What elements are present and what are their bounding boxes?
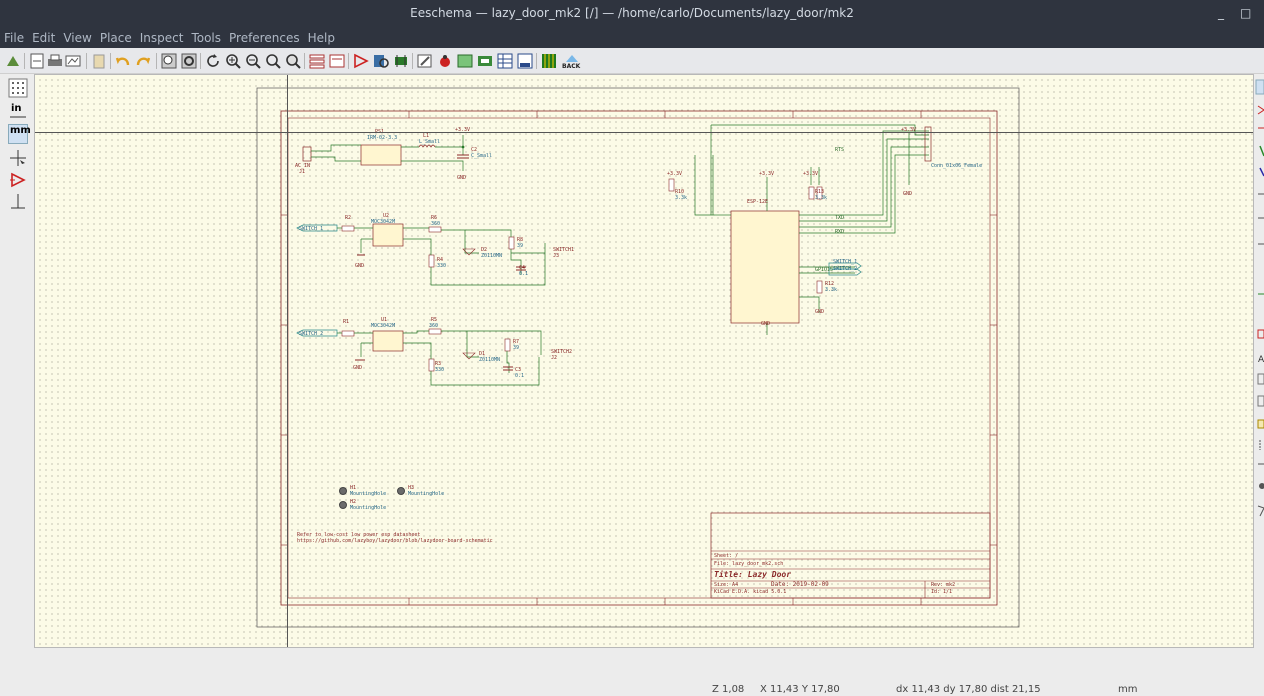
menu-view[interactable]: View [59,30,95,46]
back-label: BACK [562,63,581,70]
cursor-crosshair-v [287,75,288,647]
status-bar: Z 1,08 X 11,43 Y 17,80 dx 11,43 dy 17,80… [0,650,1264,696]
main-toolbar: BACK [0,48,1264,74]
right-toolbar: A [1254,76,1264,536]
show-grid-icon[interactable] [8,78,28,98]
window-title: Eeschema — lazy_door_mk2 [/] — /home/car… [410,6,854,20]
menu-bar: File Edit View Place Inspect Tools Preferences… [0,30,1264,48]
pcbnew-icon[interactable] [540,52,558,70]
leave-sheet-icon[interactable] [328,52,346,70]
menu-place[interactable]: Place [96,30,136,46]
power-supply-section [302,135,469,171]
erc-icon[interactable] [416,52,434,70]
undo-icon[interactable] [114,52,132,70]
library-browser-icon[interactable] [372,52,390,70]
menu-file[interactable]: File [0,30,28,46]
back-button[interactable]: BACK [562,52,584,70]
inch-units-button[interactable]: in [8,102,28,122]
find-icon[interactable] [160,52,178,70]
save-icon[interactable] [4,52,22,70]
cursor-icon[interactable] [8,148,28,168]
zoom-out-icon[interactable] [244,52,262,70]
menu-tools[interactable]: Tools [187,30,225,46]
u2-section [296,223,546,286]
schematic-canvas[interactable]: PS1 IRM-02-3.3 L1 L_Small +3.3V C2 C_Sma… [34,74,1254,648]
find-replace-icon[interactable] [180,52,198,70]
sheet-border-outer [280,110,998,606]
status-delta: dx 11,43 dy 17,80 dist 21,15 [896,684,1041,695]
zoom-selection-icon[interactable] [284,52,302,70]
page-outline [256,87,1020,628]
redo-icon[interactable] [134,52,152,70]
netlist-icon[interactable] [456,52,474,70]
bug-icon[interactable] [436,52,454,70]
hidden-pins-icon[interactable] [8,170,28,190]
window-titlebar: Eeschema — lazy_door_mk2 [/] — /home/car… [0,0,1264,30]
menu-help[interactable]: Help [304,30,339,46]
plot-icon[interactable] [64,52,82,70]
hierarchy-icon[interactable] [308,52,326,70]
restore-button[interactable]: □ [1240,0,1251,26]
left-toolbar: in mm [8,76,31,216]
cursor-crosshair-h [35,132,1253,133]
title-block [710,512,991,599]
bom-icon[interactable] [516,52,534,70]
annotate-icon[interactable] [392,52,410,70]
svg-text:A: A [1258,355,1264,365]
paste-icon[interactable] [90,52,108,70]
mounting-holes [339,487,405,509]
status-units: mm [1118,684,1138,695]
status-zoom: Z 1,08 [712,684,745,695]
mm-label: mm [10,125,31,136]
refresh-icon[interactable] [204,52,222,70]
bom-table-icon[interactable] [496,52,514,70]
esp-section [668,124,932,335]
u1-section [296,328,542,386]
menu-preferences[interactable]: Preferences [225,30,304,46]
assign-footprints-icon[interactable] [476,52,494,70]
status-xy: X 11,43 Y 17,80 [760,684,840,695]
schematic-drawing [256,87,1020,628]
symbol-editor-icon[interactable] [352,52,370,70]
menu-edit[interactable]: Edit [28,30,59,46]
page-settings-icon[interactable] [28,52,46,70]
minimize-button[interactable]: _ [1218,0,1224,26]
menu-inspect[interactable]: Inspect [136,30,188,46]
sheet-border-inner [287,117,991,599]
zoom-fit-icon[interactable] [264,52,282,70]
zoom-in-icon[interactable] [224,52,242,70]
wire-angle-icon[interactable] [8,192,28,212]
print-icon[interactable] [46,52,64,70]
mm-units-button[interactable]: mm [8,124,31,144]
